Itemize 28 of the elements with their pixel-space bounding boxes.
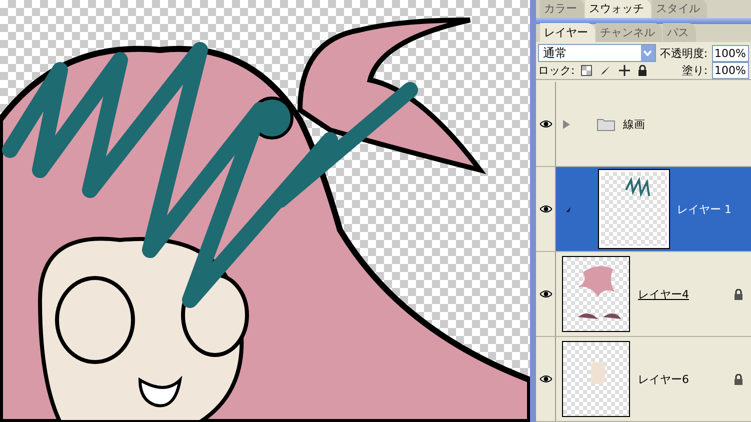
layer-row[interactable]: 線画 xyxy=(536,82,751,167)
panel-tab[interactable]: カラー xyxy=(540,0,584,18)
lock-label: ロック: xyxy=(538,63,575,78)
folder-icon xyxy=(597,117,615,131)
fill-label: 塗り: xyxy=(682,63,708,78)
opacity-field[interactable]: 100% xyxy=(712,44,749,62)
opacity-label: 不透明度: xyxy=(660,46,708,60)
layer-row[interactable]: レイヤー4 xyxy=(536,252,751,337)
move-icon[interactable] xyxy=(618,65,630,76)
panel-tab[interactable]: スタイル xyxy=(652,0,707,18)
brush-icon[interactable] xyxy=(600,65,611,76)
layer-row[interactable]: レイヤー 1 xyxy=(536,167,751,252)
lock-icon[interactable] xyxy=(638,65,647,76)
layer-name[interactable]: レイヤー4 xyxy=(638,286,689,302)
eye-icon[interactable] xyxy=(536,167,556,251)
layer-row[interactable]: レイヤー6 xyxy=(536,337,751,422)
panel-tab[interactable]: チャンネル xyxy=(596,23,662,42)
brush-icon xyxy=(566,206,571,212)
lock-transparency-icon[interactable] xyxy=(580,65,592,76)
fill-field[interactable]: 100% xyxy=(712,62,749,79)
blend-mode-dropdown[interactable]: 通常 xyxy=(538,44,656,62)
layer-name[interactable]: レイヤー 1 xyxy=(677,202,732,216)
panel-tab[interactable]: スウォッチ xyxy=(585,0,651,18)
layer-name[interactable]: レイヤー6 xyxy=(638,372,689,386)
layer-name[interactable]: 線画 xyxy=(623,116,645,132)
panel-tab[interactable]: レイヤー xyxy=(540,23,595,42)
panel-tab[interactable]: パス xyxy=(663,23,696,42)
triangle-icon[interactable] xyxy=(562,120,571,128)
